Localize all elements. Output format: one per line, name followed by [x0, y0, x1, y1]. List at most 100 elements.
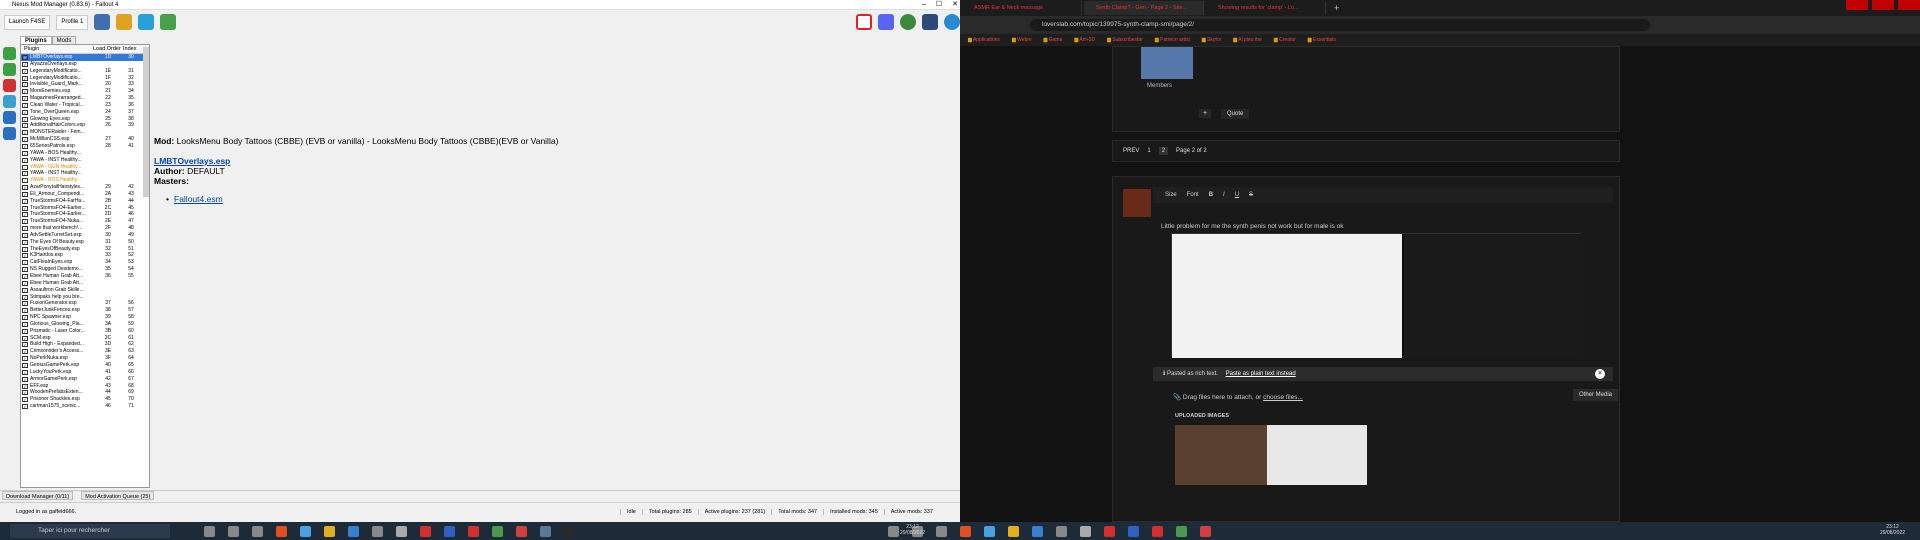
bookmark-item[interactable]: Skyfor — [1202, 37, 1221, 43]
move-up-icon[interactable] — [2, 47, 16, 60]
plugin-row[interactable]: ✓ Glorious_Glowing_Pla... 3A 59 — [21, 321, 149, 328]
plugin-row[interactable]: ✓ Build High - Expanded... 3D 62 — [21, 341, 149, 348]
plugin-row[interactable]: ✓ MONSTERaider - Fem... — [21, 129, 149, 136]
plugin-row[interactable]: ✓ Prisoner Shackles.esp 45 70 — [21, 396, 149, 403]
plugin-row[interactable]: ✓ Stimpaks help you bre... — [21, 294, 149, 301]
plugin-checkbox[interactable]: ✓ — [22, 89, 28, 95]
taskbar-app-icon[interactable] — [516, 525, 527, 537]
taskbar-clock[interactable]: 23:12 29/08/2022 — [1880, 524, 1905, 536]
taskbar-search[interactable]: Taper ici pour rechercher — [10, 524, 170, 538]
plugin-checkbox[interactable]: ✓ — [22, 246, 28, 252]
bookmark-item[interactable]: Essentials — [1308, 37, 1336, 43]
refresh-icon[interactable] — [138, 14, 155, 30]
plugin-checkbox[interactable]: ✓ — [22, 267, 28, 273]
plugin-checkbox[interactable]: ✓ — [22, 130, 28, 136]
plugin-checkbox[interactable]: ✓ — [22, 356, 28, 362]
taskbar-app-icon[interactable] — [324, 525, 335, 537]
plugin-checkbox[interactable]: ✓ — [22, 274, 28, 279]
plugin-row[interactable]: ✓ AzarPonytailHairstyles... 29 42 — [21, 184, 149, 191]
plugin-checkbox[interactable]: ✓ — [22, 219, 28, 225]
plugin-checkbox[interactable]: ✓ — [22, 308, 28, 314]
bookmark-item[interactable]: Patreon artist — [1155, 37, 1190, 43]
plugin-checkbox[interactable]: ✓ — [22, 157, 28, 163]
plugin-row[interactable]: ✓ LegendaryModificatio... 1E 31 — [21, 68, 149, 75]
bookmark-item[interactable]: Webm — [1012, 37, 1031, 43]
taskbar-app-icon[interactable] — [492, 525, 503, 537]
plugin-row[interactable]: ✓ BetterJunkFences.esp 38 57 — [21, 307, 149, 314]
plugin-checkbox[interactable]: ✓ — [22, 253, 28, 259]
update-icon[interactable] — [900, 14, 916, 30]
plugin-list-scrollbar[interactable] — [143, 47, 149, 197]
plugin-row[interactable]: ✓ AdvSettleTurretSet.esp 30 49 — [21, 232, 149, 239]
strikethrough-icon[interactable]: S — [1249, 192, 1253, 198]
taskbar-app-icon[interactable] — [204, 525, 215, 537]
plugin-row[interactable]: ✓ TrueStormsFO4-Nuka... 2E 47 — [21, 218, 149, 225]
prev-button[interactable]: PREV — [1123, 148, 1139, 154]
plugin-row[interactable]: ✓ 65SeriesPatrols.esp 28 41 — [21, 143, 149, 150]
plugin-checkbox[interactable]: ✓ — [22, 260, 28, 266]
paste-plain-link[interactable]: Paste as plain text instead — [1226, 371, 1296, 377]
plugin-checkbox[interactable]: ✓ — [22, 376, 28, 382]
disable-all-icon[interactable] — [2, 79, 16, 92]
master-link[interactable]: Fallout4.esm — [174, 194, 223, 204]
plugin-checkbox[interactable]: ✓ — [22, 75, 28, 81]
bookmark-item[interactable]: Art+3D — [1074, 37, 1095, 43]
taskbar-app-icon[interactable] — [888, 525, 899, 537]
maximize-icon[interactable]: ☐ — [936, 0, 942, 10]
plugin-checkbox[interactable]: ✓ — [22, 301, 28, 307]
import-icon[interactable] — [2, 111, 16, 124]
plugin-row[interactable]: ✓ more that workbench!... 2F 48 — [21, 225, 149, 232]
plugin-row[interactable]: ✓ MagazinesRearranged... 22 35 — [21, 95, 149, 102]
plugin-row[interactable]: ✓ McMillanCSS.esp 27 40 — [21, 136, 149, 143]
plugin-row[interactable]: ✓ AlyazzaOverlays.esp — [21, 61, 149, 68]
plugin-row[interactable]: ✓ Ebee Human Grab Att... 36 55 — [21, 273, 149, 280]
launch-button[interactable]: Launch F4SE — [4, 14, 51, 30]
plugin-checkbox[interactable]: ✓ — [22, 55, 28, 60]
tab-activation-queue[interactable]: Mod Activation Queue (25) — [81, 491, 155, 500]
plugin-checkbox[interactable]: ✓ — [22, 116, 28, 122]
profile-manager-icon[interactable] — [94, 14, 111, 30]
plugin-checkbox[interactable]: ✓ — [22, 191, 28, 197]
plugin-row[interactable]: ✓ NS Rugged Desdemo... 35 54 — [21, 266, 149, 273]
drag-files-area[interactable]: 📎 Drag files here to attach, or choose f… — [1173, 393, 1303, 401]
plugin-row[interactable]: ✓ SCM.esp 3C 61 — [21, 335, 149, 342]
taskbar-app-icon[interactable] — [1176, 525, 1187, 537]
plugin-checkbox[interactable]: ✓ — [22, 349, 28, 355]
plugin-checkbox[interactable]: ✓ — [22, 397, 28, 403]
plugin-row[interactable]: ✓ Glowing Eyes.esp 25 38 — [21, 116, 149, 123]
plugin-checkbox[interactable]: ✓ — [22, 232, 28, 238]
plugin-row[interactable]: ✓ Ebee Human Grab Att... — [21, 280, 149, 287]
plugin-checkbox[interactable]: ✓ — [22, 369, 28, 375]
plugin-checkbox[interactable]: ✓ — [22, 321, 28, 327]
plugin-checkbox[interactable]: ✓ — [22, 185, 28, 191]
move-down-icon[interactable] — [2, 63, 16, 76]
plugin-checkbox[interactable]: ✓ — [22, 178, 28, 184]
plugin-row[interactable]: ✓ LMBTOverlays.esp 1D 30 — [21, 54, 149, 61]
plugin-row[interactable]: ✓ K3Hairdos.esp 33 52 — [21, 252, 149, 259]
plugin-checkbox[interactable]: ✓ — [22, 342, 28, 348]
plugin-row[interactable]: ✓ YAWA - INST Healthy... — [21, 170, 149, 177]
page-2-current[interactable]: 2 — [1158, 147, 1169, 155]
plugin-row[interactable]: ✓ TrueStormsFO4-Earlier... 2D 46 — [21, 211, 149, 218]
taskbar-clock[interactable]: 23:12 29/08/2022 — [900, 524, 925, 536]
profile-dropdown[interactable]: Profile 1 — [56, 14, 89, 30]
browser-tab[interactable]: Showing results for 'clamp' - Lo... — [1206, 1, 1326, 15]
login-icon[interactable] — [922, 14, 938, 30]
taskbar-app-icon[interactable] — [1056, 525, 1067, 537]
bold-icon[interactable]: B — [1209, 192, 1213, 198]
minimize-icon[interactable] — [1846, 0, 1868, 10]
underline-icon[interactable]: U — [1235, 192, 1239, 198]
taskbar-app-icon[interactable] — [564, 525, 575, 537]
plugin-row[interactable]: ✓ NPC Spawner.esp 39 58 — [21, 314, 149, 321]
plugin-checkbox[interactable]: ✓ — [22, 68, 28, 74]
plugin-checkbox[interactable]: ✓ — [22, 294, 28, 300]
new-tab-icon[interactable]: + — [1334, 3, 1339, 13]
plugin-checkbox[interactable]: ✓ — [22, 383, 28, 389]
plugin-checkbox[interactable]: ✓ — [22, 96, 28, 102]
taskbar-app-icon[interactable] — [396, 525, 407, 537]
bookmark-item[interactable]: Applications — [968, 37, 1000, 43]
plugin-checkbox[interactable]: ✓ — [22, 205, 28, 211]
plugin-checkbox[interactable]: ✓ — [22, 123, 28, 129]
tab-download-manager[interactable]: Download Manager (0/11) — [2, 491, 74, 500]
bookmark-item[interactable]: Subscribestar — [1107, 37, 1143, 43]
